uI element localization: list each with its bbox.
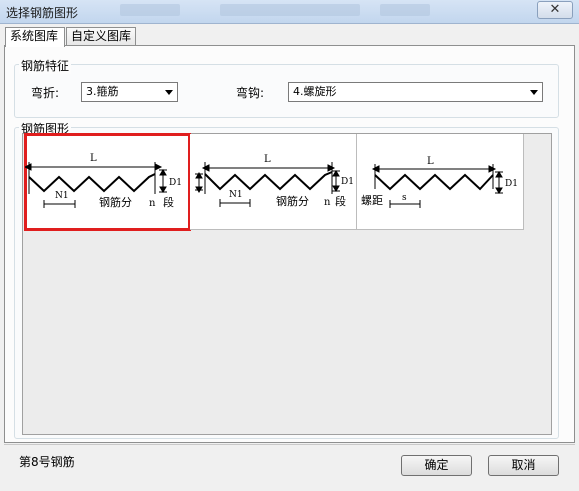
tab-label: 系统图库 (10, 29, 59, 43)
status-text: 第8号钢筋 (19, 455, 75, 469)
segment-count: n (149, 198, 156, 209)
shape-gallery[interactable]: L D1 N1 钢筋分 n 段 L D1 N1 钢筋分 n 段 L D1 螺距 … (22, 133, 552, 435)
segment-count: n (324, 197, 331, 208)
title-bar-blur (380, 4, 430, 16)
bend-label: 弯折: (31, 86, 60, 100)
spiral-stirrup-diagram: L D1 N1 钢筋分 n 段 (195, 154, 354, 208)
cancel-button-label: 取消 (511, 458, 536, 472)
segment-note: 钢筋分 (276, 194, 309, 208)
pitch-label: s (402, 193, 407, 203)
hook-label: 弯钩: (236, 86, 265, 100)
close-button[interactable]: ✕ (537, 1, 573, 19)
shape-item-2[interactable]: L D1 N1 钢筋分 n 段 (190, 134, 357, 230)
tab-label: 自定义图库 (71, 29, 132, 43)
length-label: L (90, 153, 97, 164)
spiral-stirrup-diagram: L D1 N1 钢筋分 n 段 (25, 153, 182, 209)
tab-system-library[interactable]: 系统图库 (5, 27, 65, 47)
title-bar-blur (220, 4, 360, 16)
shape-item-3[interactable]: L D1 螺距 s (357, 134, 524, 230)
pitch-caption: 螺距 (361, 194, 383, 207)
cancel-button[interactable]: 取消 (488, 455, 559, 476)
close-icon: ✕ (549, 2, 561, 17)
length-label: L (264, 154, 271, 165)
hook-select[interactable]: 4.螺旋形 (288, 82, 543, 102)
height-label: D1 (505, 179, 518, 189)
segment-unit: 段 (163, 195, 174, 209)
chevron-down-icon (165, 90, 173, 95)
window-title: 选择钢筋图形 (6, 6, 79, 20)
tab-custom-library[interactable]: 自定义图库 (66, 27, 136, 46)
group-label: 钢筋特征 (19, 57, 72, 74)
ok-button-label: 确定 (424, 458, 449, 472)
chevron-down-icon (530, 90, 538, 95)
spiral-rebar-diagram: L D1 螺距 s (361, 156, 518, 208)
height-label: D1 (169, 178, 182, 188)
hook-select-value: 4.螺旋形 (293, 85, 337, 98)
title-bar-blur (120, 4, 180, 16)
ok-button[interactable]: 确定 (401, 455, 472, 476)
segment-note: 钢筋分 (99, 195, 132, 209)
length-label: L (427, 156, 434, 167)
height-label: D1 (341, 177, 354, 187)
bend-select[interactable]: 3.箍筋 (81, 82, 178, 102)
shape-item-1[interactable]: L D1 N1 钢筋分 n 段 (24, 133, 191, 231)
segment-unit: 段 (335, 194, 346, 208)
title-bar: 选择钢筋图形 ✕ (0, 0, 579, 24)
divider (4, 444, 575, 445)
pitch-label: N1 (229, 190, 243, 200)
pitch-label: N1 (55, 191, 69, 201)
bend-select-value: 3.箍筋 (86, 85, 119, 98)
